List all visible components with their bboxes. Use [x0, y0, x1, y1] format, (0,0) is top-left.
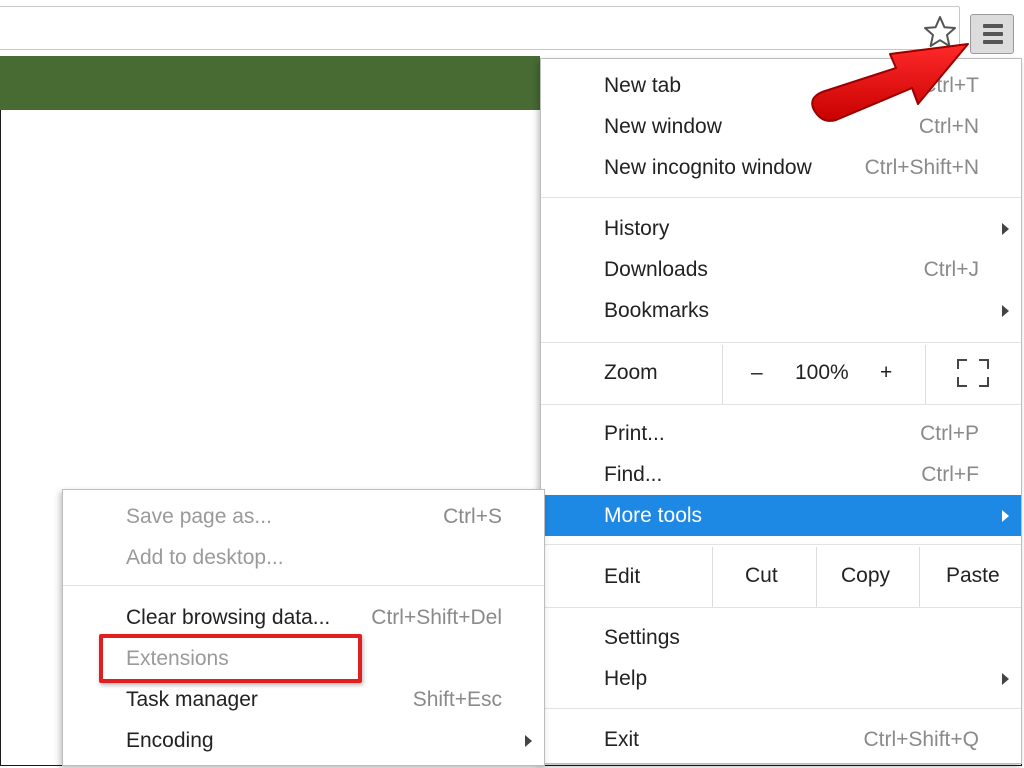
- chrome-main-menu: New tab Ctrl+T New window Ctrl+N New inc…: [540, 58, 1022, 764]
- menu-item-label: Print...: [604, 422, 665, 445]
- cut-button[interactable]: Cut: [745, 564, 778, 588]
- menu-item-encoding[interactable]: Encoding: [63, 720, 544, 761]
- menu-item-label: Downloads: [604, 258, 708, 281]
- more-tools-submenu: Save page as... Ctrl+S Add to desktop...…: [62, 489, 545, 766]
- chevron-right-icon: [525, 735, 532, 747]
- menu-item-label: New incognito window: [604, 156, 812, 179]
- menu-item-more-tools[interactable]: More tools: [541, 495, 1021, 536]
- menu-item-add-to-desktop[interactable]: Add to desktop...: [63, 537, 544, 578]
- menu-item-shortcut: Ctrl+F: [921, 463, 979, 486]
- menu-item-shortcut: Ctrl+J: [923, 258, 979, 281]
- menu-item-shortcut: Ctrl+P: [920, 422, 979, 445]
- menu-item-label: Add to desktop...: [126, 546, 284, 569]
- menu-item-shortcut: Ctrl+S: [443, 505, 502, 528]
- chevron-right-icon: [1002, 223, 1009, 235]
- menu-item-history[interactable]: History: [541, 208, 1021, 249]
- menu-item-label: Settings: [604, 626, 680, 649]
- menu-separator: [63, 585, 544, 586]
- menu-item-shortcut: Ctrl+Shift+Del: [371, 606, 502, 629]
- menu-separator: [541, 544, 1021, 545]
- menu-item-bookmarks[interactable]: Bookmarks: [541, 290, 1021, 331]
- menu-item-shortcut: Shift+Esc: [412, 688, 502, 711]
- menu-item-settings[interactable]: Settings: [541, 617, 1021, 658]
- menu-item-label: Encoding: [126, 729, 214, 752]
- menu-separator: [541, 342, 1021, 343]
- menu-item-label: Clear browsing data...: [126, 606, 331, 629]
- copy-button[interactable]: Copy: [841, 564, 890, 588]
- menu-item-task-manager[interactable]: Task manager Shift+Esc: [63, 679, 544, 720]
- menu-separator: [541, 607, 1021, 608]
- zoom-out-button[interactable]: –: [751, 361, 763, 385]
- menu-item-shortcut: Ctrl+Shift+Q: [863, 728, 979, 751]
- menu-item-label: History: [604, 217, 670, 240]
- menu-item-print[interactable]: Print... Ctrl+P: [541, 413, 1021, 454]
- chevron-right-icon: [1002, 673, 1009, 685]
- fullscreen-icon[interactable]: [957, 359, 989, 387]
- menu-item-label: Bookmarks: [604, 299, 710, 322]
- menu-item-save-page-as[interactable]: Save page as... Ctrl+S: [63, 496, 544, 537]
- menu-separator: [541, 708, 1021, 709]
- highlight-box: [99, 634, 362, 683]
- menu-item-label: Help: [604, 667, 648, 690]
- menu-item-label: Save page as...: [126, 505, 272, 528]
- zoom-label: Zoom: [604, 361, 658, 384]
- menu-item-shortcut: Ctrl+Shift+N: [864, 156, 979, 179]
- chevron-right-icon: [1002, 510, 1009, 522]
- menu-item-clear-browsing-data[interactable]: Clear browsing data... Ctrl+Shift+Del: [63, 597, 544, 638]
- menu-item-label: More tools: [604, 504, 703, 527]
- menu-item-find[interactable]: Find... Ctrl+F: [541, 454, 1021, 495]
- divider: [816, 547, 817, 607]
- zoom-row: Zoom – 100% +: [541, 345, 1021, 405]
- menu-item-label: Find...: [604, 463, 663, 486]
- menu-item-label: Exit: [604, 728, 640, 751]
- menu-item-downloads[interactable]: Downloads Ctrl+J: [541, 249, 1021, 290]
- divider: [712, 547, 713, 607]
- menu-item-label: New window: [604, 115, 722, 138]
- zoom-level: 100%: [795, 361, 849, 384]
- zoom-in-button[interactable]: +: [880, 361, 892, 385]
- menu-item-help[interactable]: Help: [541, 658, 1021, 699]
- divider: [925, 345, 926, 405]
- menu-item-exit[interactable]: Exit Ctrl+Shift+Q: [541, 719, 1021, 760]
- paste-button[interactable]: Paste: [946, 564, 1000, 588]
- edit-label: Edit: [604, 565, 641, 588]
- pointer-arrow-icon: [811, 43, 969, 122]
- edit-row: Edit Cut Copy Paste: [541, 547, 1021, 607]
- divider: [722, 345, 723, 405]
- menu-separator: [541, 404, 1021, 405]
- divider: [919, 547, 920, 607]
- menu-item-label: Task manager: [126, 688, 258, 711]
- chevron-right-icon: [1002, 305, 1009, 317]
- menu-separator: [541, 197, 1021, 198]
- menu-item-label: New tab: [604, 74, 682, 97]
- page-banner: [0, 56, 540, 110]
- menu-item-new-incognito-window[interactable]: New incognito window Ctrl+Shift+N: [541, 147, 1021, 188]
